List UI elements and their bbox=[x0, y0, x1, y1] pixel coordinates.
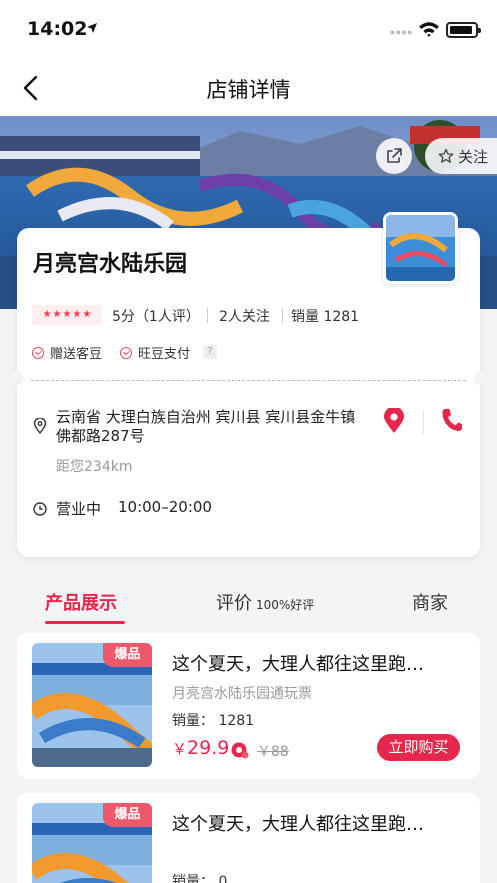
tag-gift-beans: 赠送客豆 bbox=[32, 343, 102, 362]
active-tab-indicator bbox=[45, 621, 125, 624]
hot-badge: 爆品 bbox=[103, 803, 152, 827]
product-sales: 销量： 1281 bbox=[172, 713, 255, 729]
store-distance: 距您234km bbox=[56, 459, 133, 475]
check-circle-icon bbox=[120, 346, 132, 359]
battery-icon bbox=[446, 22, 481, 38]
tab-reviews-label: 评价 bbox=[216, 593, 252, 614]
business-hours: 10:00–20:00 bbox=[118, 498, 212, 516]
share-icon bbox=[387, 148, 402, 163]
bean-coin-icon bbox=[231, 742, 249, 759]
product-subtitle: 月亮宫水陆乐园通玩票 bbox=[172, 686, 312, 702]
product-card[interactable]: 爆品 这个夏天，大理人都往这里跑… 月亮宫水陆乐园通玩票 销量： 1281 ￥2… bbox=[17, 633, 480, 779]
product-price: ￥29.9 bbox=[172, 737, 229, 759]
rating-stars: ★ ★ ★ ★ ★ bbox=[32, 305, 102, 325]
followers-count: 2人关注 bbox=[219, 309, 270, 325]
divider bbox=[282, 308, 283, 323]
clock-icon bbox=[33, 502, 47, 516]
rating-text: 5分（1人评） bbox=[112, 309, 200, 325]
divider bbox=[423, 410, 424, 434]
share-button[interactable] bbox=[376, 138, 412, 174]
location-arrow-icon bbox=[87, 23, 97, 33]
product-title: 这个夏天，大理人都往这里跑… bbox=[172, 654, 424, 675]
open-status: 营业中 bbox=[56, 500, 102, 518]
follow-button[interactable]: 关注 bbox=[425, 138, 497, 174]
hot-badge: 爆品 bbox=[103, 643, 152, 667]
reviews-rate: 100%好评 bbox=[256, 598, 315, 612]
card-notch bbox=[473, 371, 487, 385]
product-card[interactable]: 爆品 这个夏天，大理人都往这里跑… 销量： 0 bbox=[17, 793, 480, 883]
dashed-divider bbox=[31, 380, 466, 381]
signal-dots-icon bbox=[390, 30, 412, 35]
divider bbox=[207, 308, 208, 323]
tab-merchant[interactable]: 商家 bbox=[412, 589, 448, 615]
nav-bar: 店铺详情 bbox=[0, 60, 497, 116]
product-title: 这个夏天，大理人都往这里跑… bbox=[172, 814, 424, 835]
follow-label: 关注 bbox=[457, 147, 488, 166]
product-sales: 销量： 0 bbox=[172, 874, 228, 883]
store-address: 云南省 大理白族自治州 宾川县 宾川县金牛镇佛都路287号 bbox=[56, 408, 356, 445]
page-title: 店铺详情 bbox=[206, 78, 291, 102]
check-circle-icon bbox=[32, 346, 44, 359]
help-icon[interactable]: ? bbox=[203, 345, 217, 359]
star-outline-icon bbox=[438, 148, 454, 163]
status-time: 14:02 bbox=[27, 18, 88, 40]
tab-products[interactable]: 产品展示 bbox=[45, 589, 117, 615]
store-thumbnail[interactable] bbox=[383, 212, 458, 284]
tag-label: 旺豆支付 bbox=[138, 347, 191, 362]
price-value: 29.9 bbox=[187, 737, 230, 759]
tag-wangdou-pay: 旺豆支付 bbox=[120, 343, 190, 362]
wifi-icon bbox=[419, 22, 439, 37]
price-symbol: ￥ bbox=[172, 740, 188, 758]
location-pin-icon bbox=[33, 418, 47, 434]
tag-label: 赠送客豆 bbox=[50, 347, 103, 362]
phone-icon[interactable] bbox=[441, 408, 463, 432]
map-pin-icon[interactable] bbox=[383, 408, 405, 434]
status-bar: 14:02 bbox=[0, 0, 497, 60]
card-notch bbox=[10, 371, 24, 385]
store-name: 月亮宫水陆乐园 bbox=[33, 252, 188, 277]
tab-reviews[interactable]: 评价 100%好评 bbox=[216, 589, 314, 615]
store-info-card: 月亮宫水陆乐园 ★ ★ ★ ★ ★ 5分（1人评） 2人关注 销量 1281 赠送客豆 … bbox=[10, 212, 487, 557]
store-sales: 销量 1281 bbox=[291, 309, 360, 325]
original-price: ￥88 bbox=[257, 744, 289, 760]
buy-now-button[interactable]: 立即购买 bbox=[377, 734, 460, 761]
section-tabs: 产品展示 评价 100%好评 商家 bbox=[0, 585, 497, 625]
